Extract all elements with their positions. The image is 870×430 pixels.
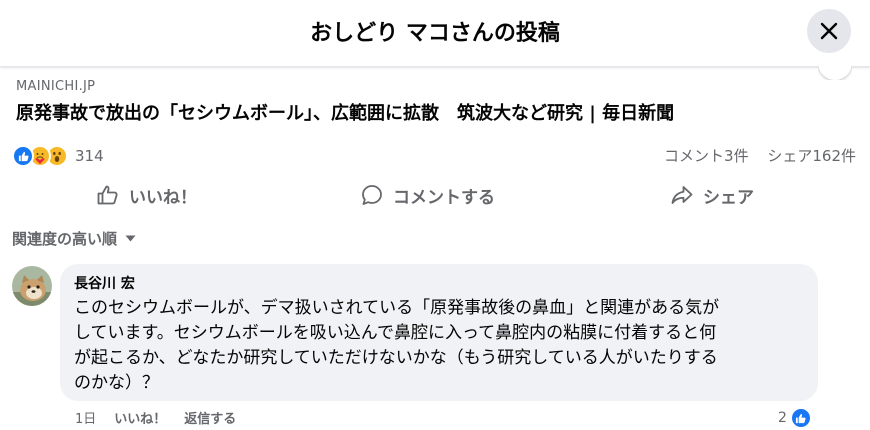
share-count[interactable]: シェア162件 — [767, 147, 856, 165]
like-icon — [789, 407, 812, 429]
comment-label: コメントする — [393, 187, 495, 208]
avatar[interactable] — [12, 266, 52, 306]
comment-author[interactable]: 長谷川 宏 — [74, 274, 804, 294]
comment-sort-dropdown[interactable]: 関連度の高い順 — [12, 228, 136, 249]
thumbs-up-icon — [97, 185, 118, 205]
share-button[interactable]: シェア — [670, 175, 754, 215]
dialog-title: おしどり マコさんの投稿 — [310, 21, 560, 46]
sort-label: 関連度の高い順 — [12, 230, 118, 248]
action-bar: いいね！ コメントする シェア — [0, 175, 870, 215]
share-label: シェア — [703, 187, 754, 208]
reaction-summary[interactable]: 314 — [12, 145, 104, 167]
link-title[interactable]: 原発事故で放出の「セシウムボール」、広範囲に拡散 筑波大など研究 | 毎日新聞 — [16, 99, 674, 125]
comment-reply-button[interactable]: 返信する — [184, 408, 236, 427]
like-button[interactable]: いいね！ — [96, 175, 197, 215]
like-icon — [12, 145, 34, 167]
comment-text: このセシウムボールが、デマ扱いされている「原発事故後の鼻血」と関連がある気が し… — [74, 298, 720, 393]
like-label: いいね！ — [129, 187, 197, 208]
share-icon — [671, 186, 693, 204]
comment-count[interactable]: コメント3件 — [664, 147, 749, 165]
dialog-header: おしどり マコさんの投稿 — [0, 0, 870, 67]
comment-meta: 1日 いいね！ 返信する — [75, 408, 236, 427]
comment-reaction-summary[interactable]: 2 — [778, 407, 812, 429]
close-icon — [820, 22, 838, 40]
link-domain: MAINICHI.JP — [16, 79, 96, 94]
comment-like-button[interactable]: いいね！ — [114, 408, 166, 427]
comment-icon — [362, 185, 382, 205]
link-preview-more-button[interactable] — [818, 64, 852, 80]
caret-down-icon — [125, 235, 136, 242]
comment-bubble: 長谷川 宏 このセシウムボールが、デマ扱いされている「原発事故後の鼻血」と関連が… — [60, 264, 818, 401]
comment-reaction-count: 2 — [778, 410, 787, 426]
comment-button[interactable]: コメントする — [360, 175, 495, 215]
post-stats: コメント3件 シェア162件 — [650, 145, 856, 166]
comment-timestamp[interactable]: 1日 — [75, 408, 96, 427]
reaction-count: 314 — [75, 147, 104, 165]
close-button[interactable] — [807, 9, 851, 53]
